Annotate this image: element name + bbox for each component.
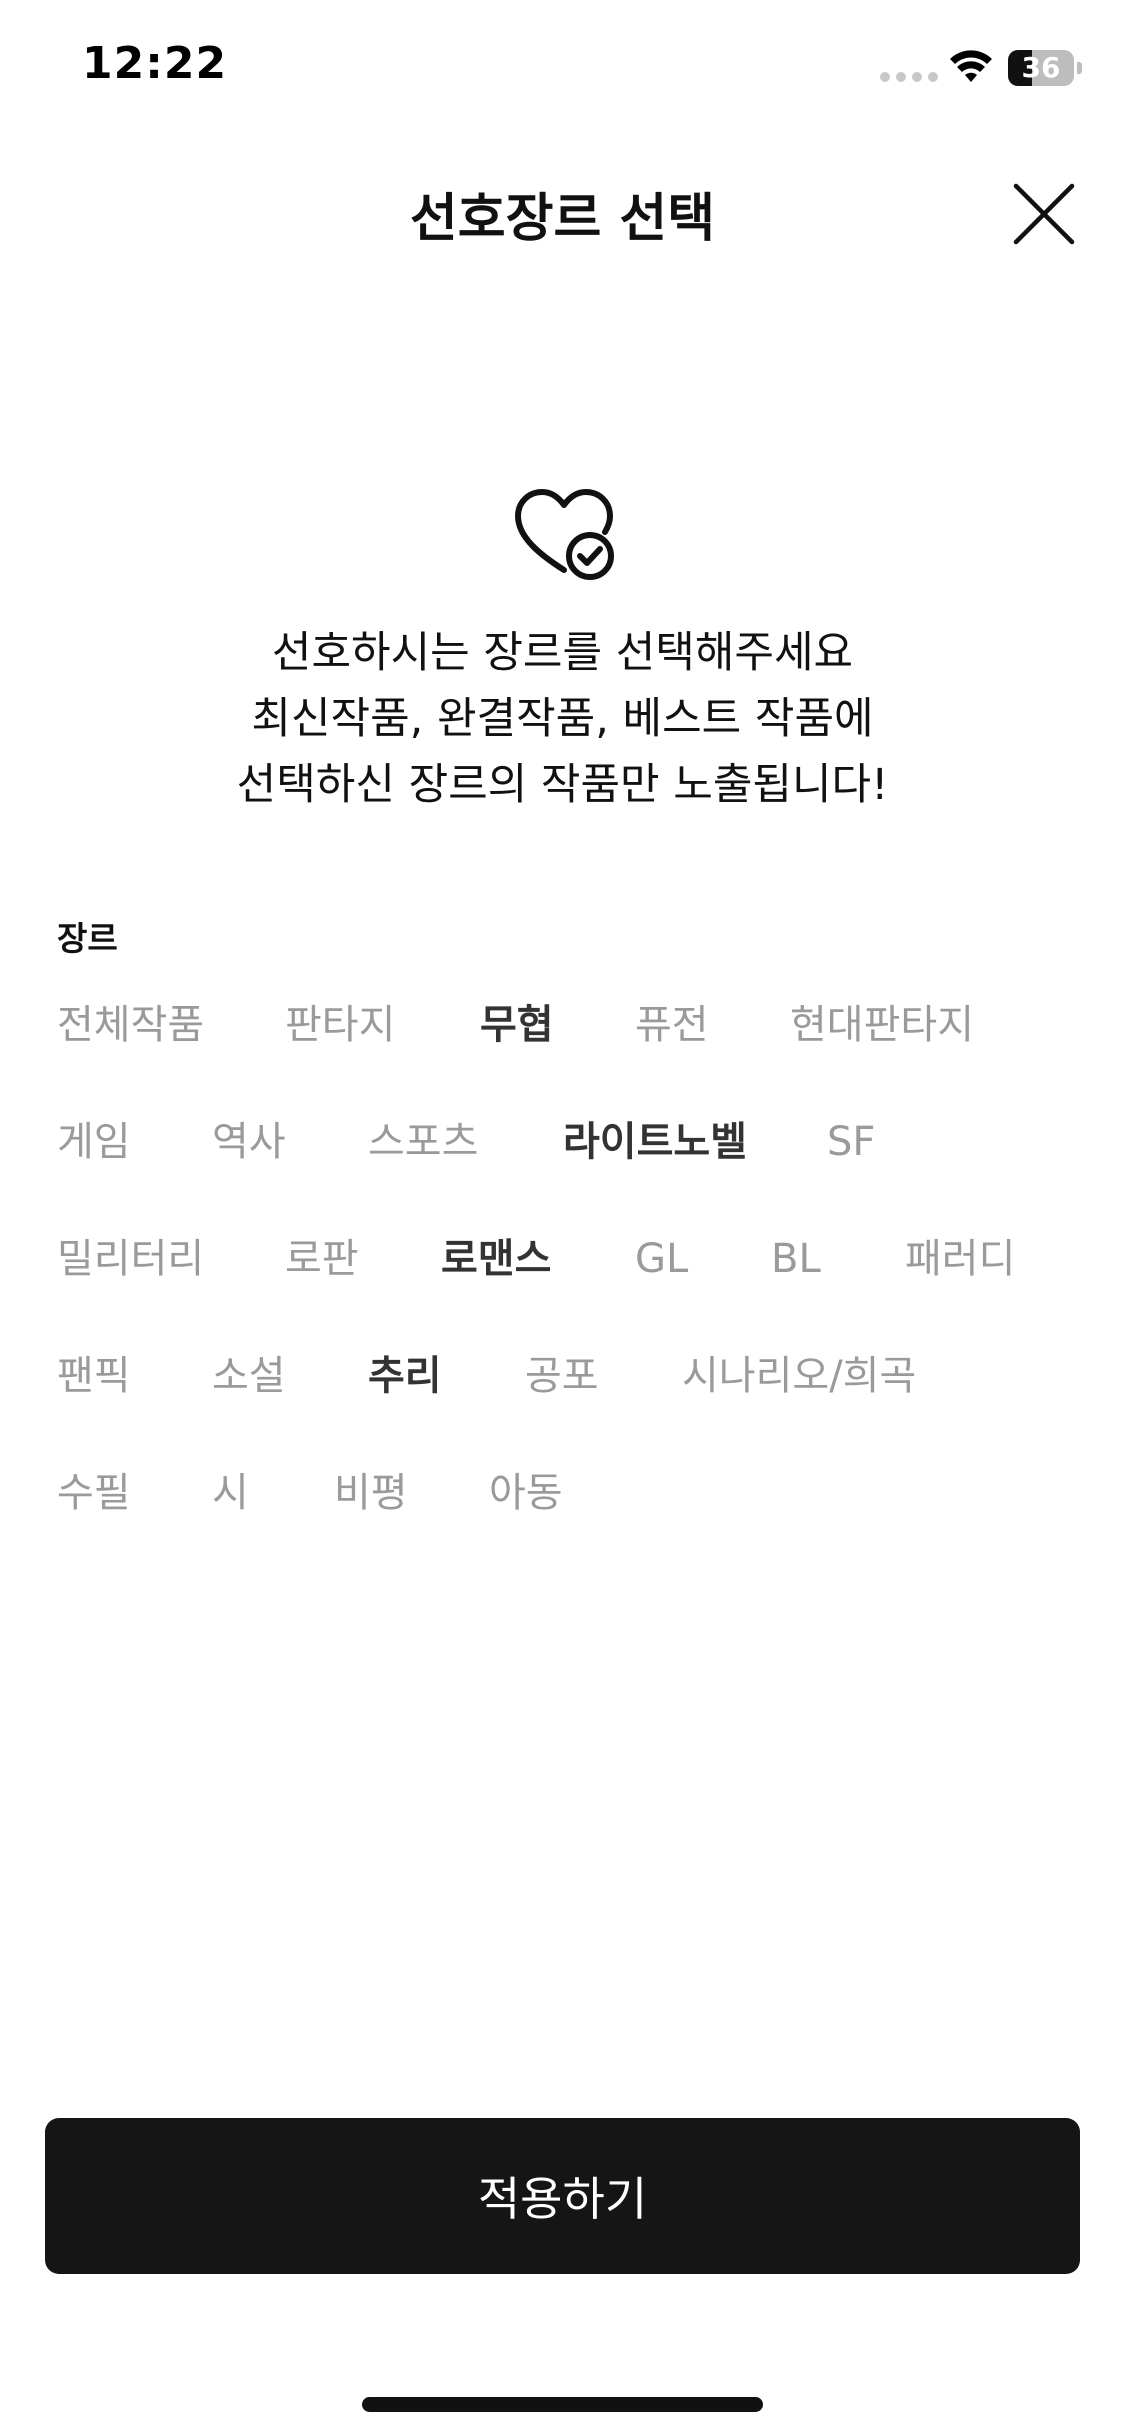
genre-chip[interactable]: SF (827, 1112, 875, 1172)
genre-chip[interactable]: 수필 (57, 1463, 131, 1523)
genre-chip[interactable]: 비평 (334, 1463, 408, 1523)
genre-chip[interactable]: 팬픽 (57, 1346, 131, 1406)
genre-chip[interactable]: 전체작품 (57, 995, 204, 1055)
genre-chip[interactable]: 로맨스 (441, 1229, 551, 1289)
hero-line: 최신작품, 완결작품, 베스트 작품에 (251, 694, 874, 744)
genre-chip[interactable]: 아동 (489, 1463, 563, 1523)
genre-chip[interactable]: BL (771, 1229, 821, 1289)
genre-chip[interactable]: 시 (212, 1463, 249, 1523)
genre-chip[interactable]: 게임 (57, 1112, 131, 1172)
hero-line: 선택하신 장르의 작품만 노출됩니다! (236, 760, 889, 810)
genre-chip[interactable]: 소설 (212, 1346, 286, 1406)
genre-chip[interactable]: 판타지 (285, 995, 395, 1055)
genre-chip[interactable]: 퓨전 (635, 995, 709, 1055)
genre-chip[interactable]: 라이트노벨 (563, 1112, 747, 1172)
genre-chip[interactable]: 패러디 (905, 1229, 1015, 1289)
heart-check-icon (515, 489, 614, 580)
genre-chip[interactable]: 스포츠 (368, 1112, 478, 1172)
genre-chip[interactable]: 현대판타지 (790, 995, 974, 1055)
status-time: 12:22 (82, 38, 228, 89)
battery-icon: 36 (1008, 50, 1082, 86)
genre-chip[interactable]: 역사 (212, 1112, 286, 1172)
apply-button[interactable]: 적용하기 (45, 2118, 1080, 2274)
genre-chip[interactable]: 추리 (368, 1346, 442, 1406)
genre-chip[interactable]: GL (635, 1229, 688, 1289)
apply-button-label: 적용하기 (477, 2172, 648, 2226)
hero-line: 선호하시는 장르를 선택해주세요 (271, 628, 854, 678)
genre-chip[interactable]: 밀리터리 (57, 1229, 204, 1289)
hero-description: 선호하시는 장르를 선택해주세요 최신작품, 완결작품, 베스트 작품에 선택하… (0, 620, 1125, 818)
genre-chip[interactable]: 공포 (525, 1346, 599, 1406)
close-icon (1013, 183, 1075, 245)
cellular-signal-icon (880, 72, 938, 82)
genre-chip[interactable]: 무협 (480, 995, 554, 1055)
status-bar: 12:22 36 (0, 0, 1125, 140)
genre-chip[interactable]: 시나리오/희곡 (682, 1346, 916, 1406)
wifi-icon (950, 50, 992, 82)
close-button[interactable] (1010, 180, 1078, 248)
home-indicator (362, 2397, 763, 2412)
page-title: 선호장르 선택 (409, 189, 716, 249)
genre-chip[interactable]: 로판 (285, 1229, 359, 1289)
battery-level: 36 (1021, 51, 1061, 84)
genre-section-label: 장르 (57, 919, 118, 958)
